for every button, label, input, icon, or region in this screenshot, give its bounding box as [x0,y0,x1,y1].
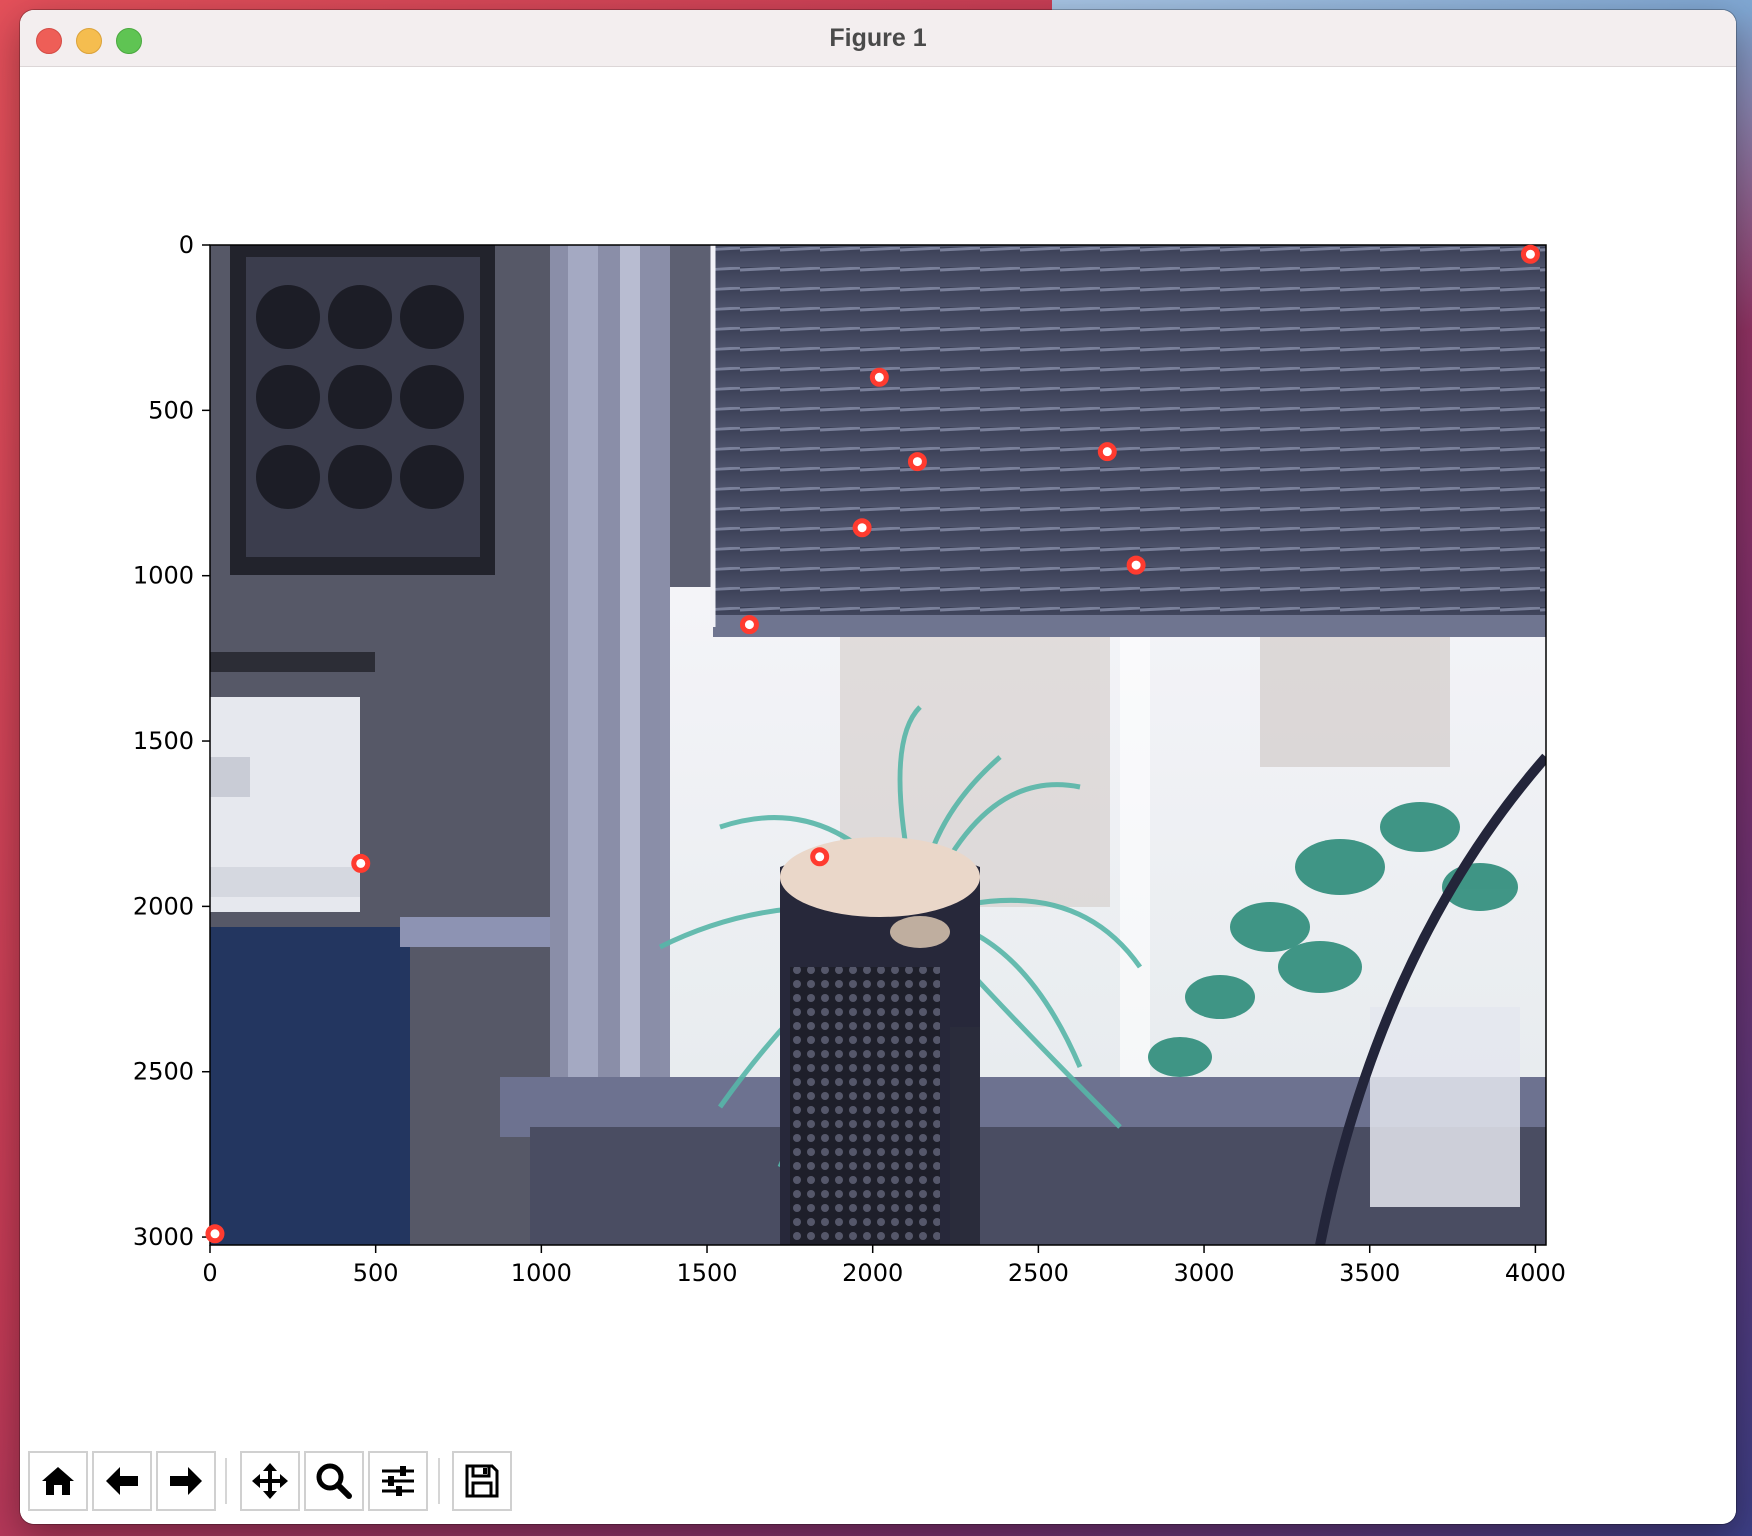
x-tick-label: 500 [353,1259,399,1287]
y-axis: 0 500 1000 1500 2000 2500 3000 [133,231,210,1251]
toolbar-separator [225,1458,227,1504]
x-tick-label: 3000 [1174,1259,1235,1287]
plot-area[interactable]: 0 500 1000 1500 2000 2500 3000 3500 4000 0 500 100… [20,67,1736,1442]
y-tick-label: 1500 [133,727,194,755]
window-title: Figure 1 [829,24,927,52]
y-tick-label: 2500 [133,1058,194,1086]
search-icon [316,1463,352,1499]
arrow-left-icon [106,1467,138,1495]
pan-button[interactable] [240,1451,300,1511]
scatter-point [1520,244,1540,264]
y-tick-label: 3000 [133,1223,194,1251]
x-tick-label: 1000 [511,1259,572,1287]
arrow-right-icon [170,1467,202,1495]
toolbar-separator [438,1458,440,1504]
scatter-point [852,518,872,538]
scatter-point [351,853,371,873]
scatter-point [907,452,927,472]
background-photo [210,245,1546,1245]
x-tick-label: 0 [202,1259,217,1287]
y-tick-label: 1000 [133,562,194,590]
navigation-toolbar [20,1442,1736,1524]
move-icon [252,1463,288,1499]
scatter-point [810,847,830,867]
sliders-icon [382,1466,414,1496]
save-button[interactable] [452,1451,512,1511]
home-button[interactable] [28,1451,88,1511]
y-tick-label: 0 [179,231,194,259]
scatter-point [205,1224,225,1244]
x-tick-label: 1500 [676,1259,737,1287]
scatter-point [1097,442,1117,462]
x-axis: 0 500 1000 1500 2000 2500 3000 3500 4000 [202,1245,1566,1287]
figure-window: Figure 1 0 500 1000 1500 2000 2500 3000 … [20,10,1736,1524]
scatter-point [1126,555,1146,575]
y-tick-label: 500 [148,396,194,424]
title-bar[interactable]: Figure 1 [20,10,1736,67]
x-tick-label: 4000 [1505,1259,1566,1287]
scatter-point [739,615,759,635]
y-tick-label: 2000 [133,892,194,920]
scatter-point [869,367,889,387]
configure-subplots-button[interactable] [368,1451,428,1511]
x-tick-label: 2500 [1008,1259,1069,1287]
zoom-button[interactable] [304,1451,364,1511]
x-tick-label: 3500 [1339,1259,1400,1287]
back-button[interactable] [92,1451,152,1511]
home-icon [42,1467,74,1495]
figure-canvas[interactable]: 0 500 1000 1500 2000 2500 3000 3500 4000 0 500 100… [20,67,1736,1442]
floppy-disk-icon [465,1464,499,1498]
x-tick-label: 2000 [842,1259,903,1287]
forward-button[interactable] [156,1451,216,1511]
